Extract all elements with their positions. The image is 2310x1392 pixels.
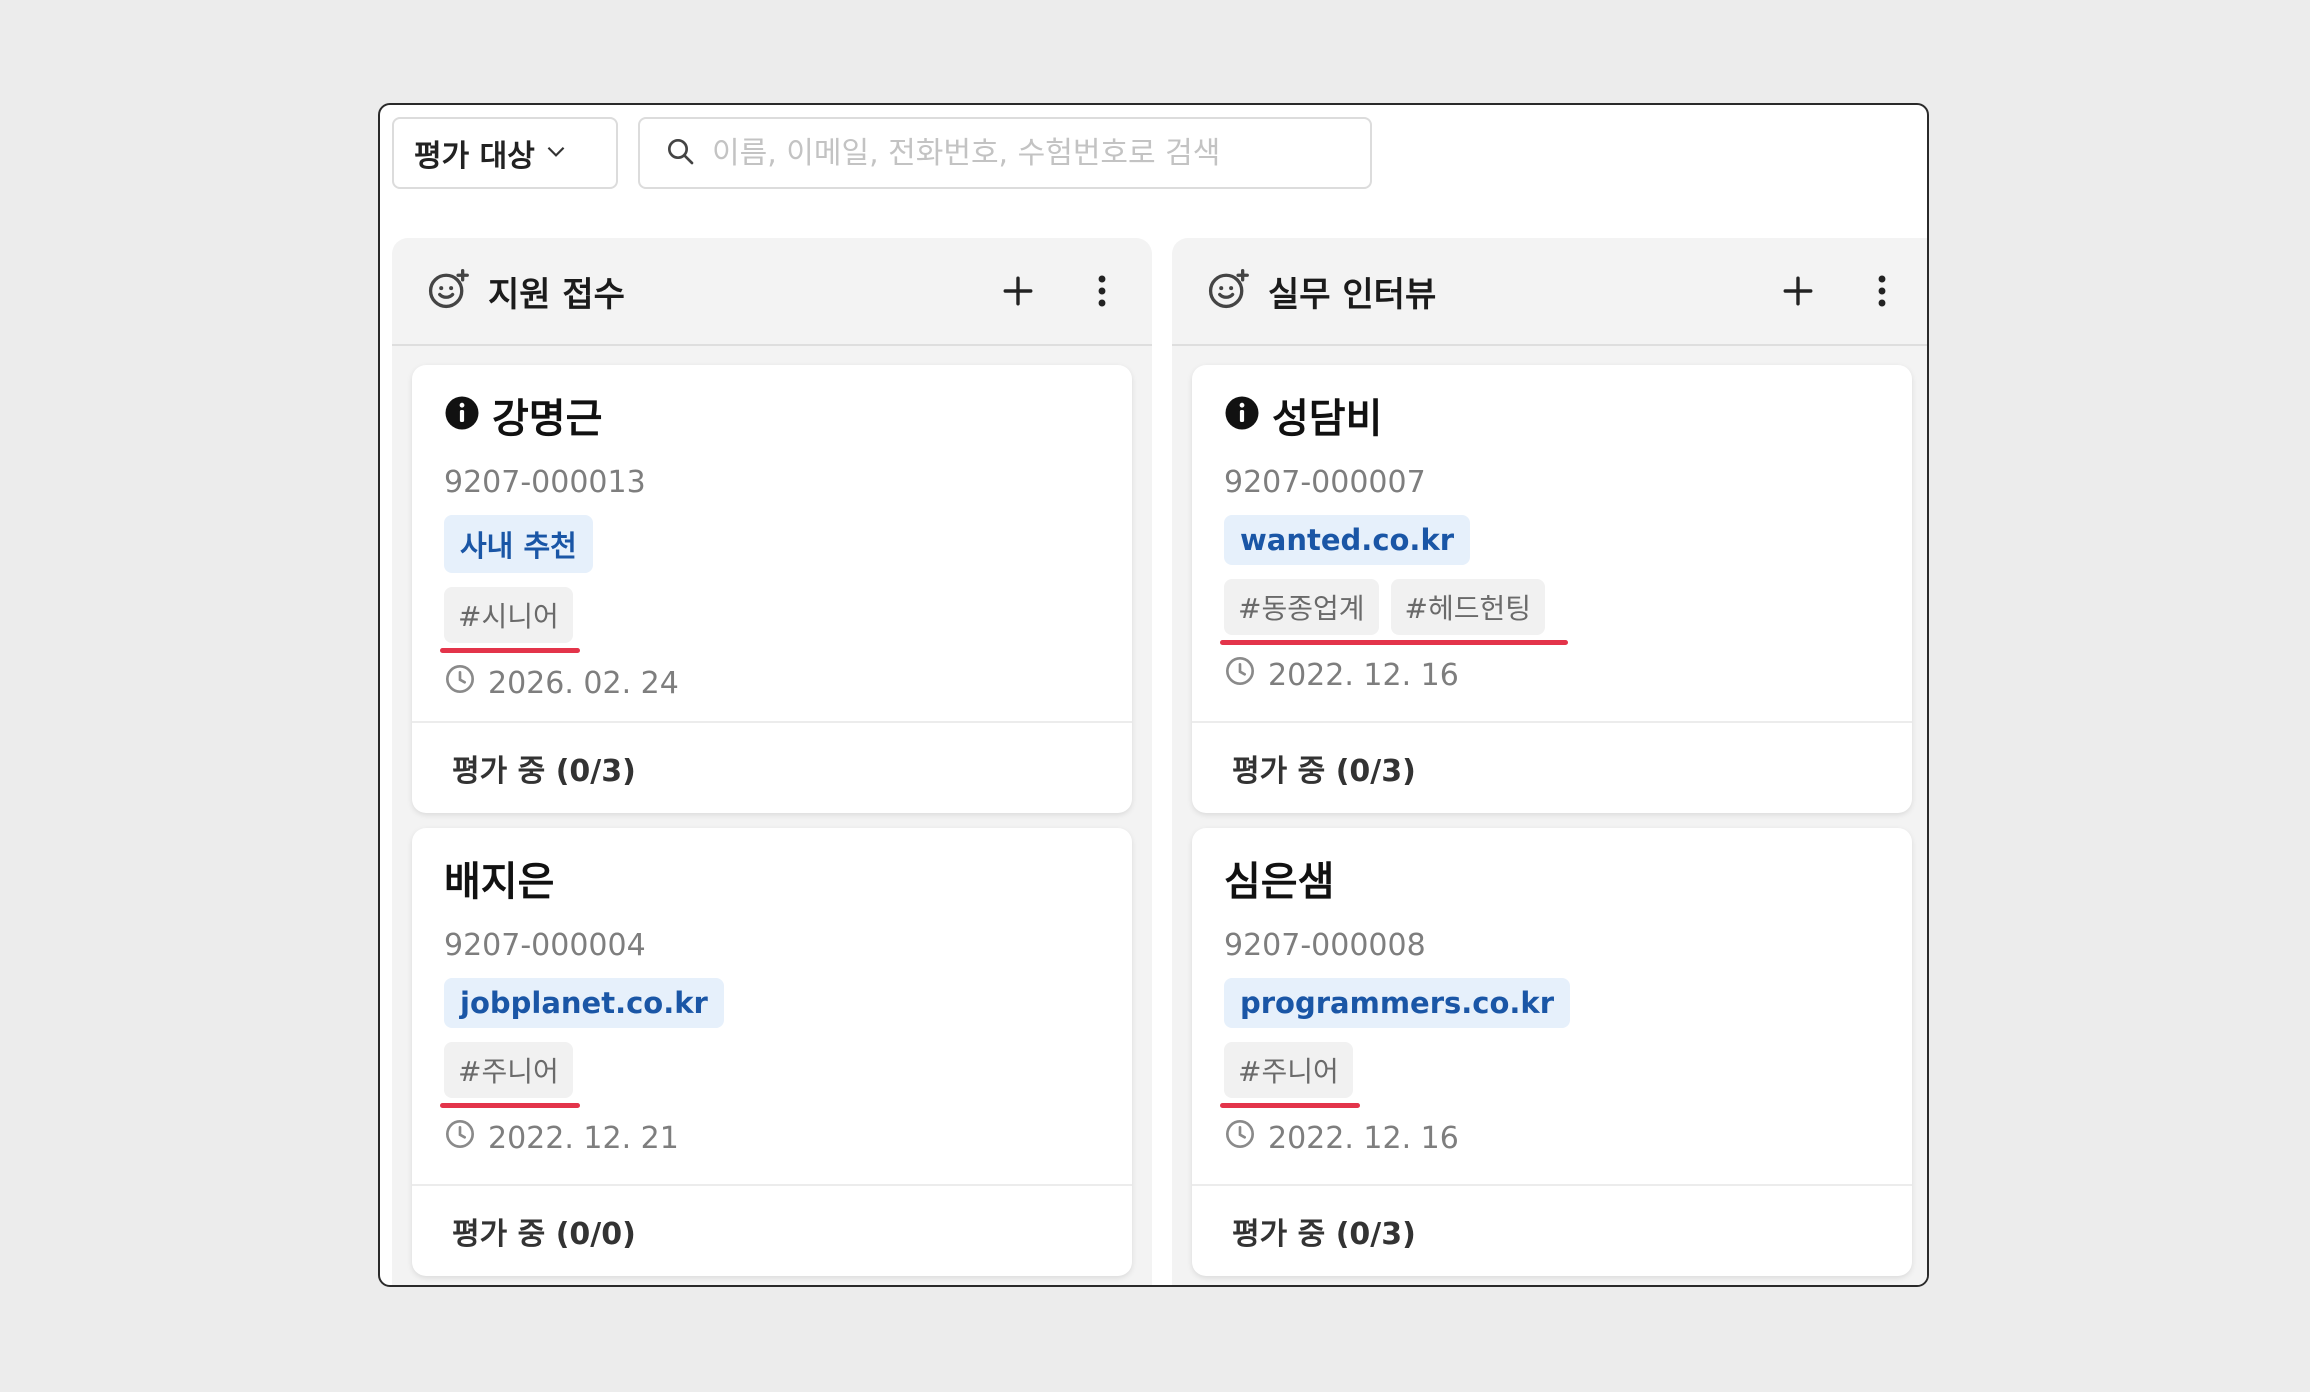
column-header: 실무 인터뷰 [1172,238,1927,346]
source-badge: jobplanet.co.kr [444,978,724,1028]
date-row: 2022. 12. 16 [1224,1118,1880,1158]
search-icon [664,135,696,171]
kanban-window: 평가 대상 지원 접수 [378,103,1929,1287]
applied-date: 2022. 12. 16 [1268,1120,1459,1156]
add-card-button[interactable] [1770,263,1826,319]
tag-list: #시니어 [440,587,1100,653]
evaluation-status: 평가 중 (0/3) [1192,721,1912,813]
search-input[interactable] [710,134,1370,172]
more-options-icon[interactable] [1074,263,1130,319]
add-card-button[interactable] [990,263,1046,319]
tag: #헤드헌팅 [1390,579,1546,635]
candidate-name: 성담비 [1272,396,1383,442]
chevron-down-icon [543,138,569,168]
toolbar: 평가 대상 [392,117,1912,189]
candidate-id: 9207-000013 [444,465,646,500]
evaluation-filter-dropdown[interactable]: 평가 대상 [392,117,618,189]
date-row: 2022. 12. 21 [444,1118,1100,1158]
source-badge: wanted.co.kr [1224,515,1471,565]
tag: #주니어 [444,1042,573,1098]
source-badge: programmers.co.kr [1224,978,1571,1028]
tag-list: #주니어 [1220,1042,1880,1108]
column-interview: 실무 인터뷰 성담비 9207-000007 wanted.co.kr #동종업… [1172,238,1927,1285]
candidate-card[interactable]: 배지은 9207-000004 jobplanet.co.kr #주니어 202… [412,828,1132,1276]
candidate-id: 9207-000008 [1224,928,1426,963]
clock-icon [1224,655,1256,695]
clock-icon [444,1118,476,1158]
evaluation-status: 평가 중 (0/3) [412,721,1132,813]
tag-list: #주니어 [440,1042,1100,1108]
info-icon [1224,395,1260,435]
candidate-name: 심은샘 [1224,859,1335,905]
tag-list: #동종업계 #헤드헌팅 [1220,579,1880,645]
date-row: 2026. 02. 24 [444,663,1100,703]
tag-underline [440,1103,580,1108]
candidate-card[interactable]: 심은샘 9207-000008 programmers.co.kr #주니어 2… [1192,828,1912,1276]
candidate-id: 9207-000007 [1224,465,1426,500]
evaluation-status: 평가 중 (0/3) [1192,1184,1912,1276]
column-title: 실무 인터뷰 [1268,274,1437,315]
applied-date: 2022. 12. 21 [488,1120,679,1156]
tag-underline [440,648,580,653]
tag-underline [1220,640,1568,645]
tag: #동종업계 [1224,579,1379,635]
candidate-card[interactable]: 성담비 9207-000007 wanted.co.kr #동종업계 #헤드헌팅… [1192,365,1912,813]
candidate-name: 강명근 [492,396,603,442]
tag: #주니어 [1224,1042,1353,1098]
tag: #시니어 [444,587,573,643]
source-badge: 사내 추천 [444,515,593,573]
column-application: 지원 접수 강명근 9207-000013 사내 추천 #시니어 2026. 0… [392,238,1152,1285]
clock-icon [1224,1118,1256,1158]
column-header: 지원 접수 [392,238,1152,346]
date-row: 2022. 12. 16 [1224,655,1880,695]
tag-underline [1220,1103,1360,1108]
smile-add-icon [1206,267,1250,315]
smile-add-icon [426,267,470,315]
evaluation-status: 평가 중 (0/0) [412,1184,1132,1276]
applied-date: 2022. 12. 16 [1268,657,1459,693]
more-options-icon[interactable] [1854,263,1910,319]
clock-icon [444,663,476,703]
candidate-card[interactable]: 강명근 9207-000013 사내 추천 #시니어 2026. 02. 24 … [412,365,1132,813]
applied-date: 2026. 02. 24 [488,665,679,701]
column-title: 지원 접수 [488,274,625,315]
search-box [638,117,1372,189]
filter-label: 평가 대상 [414,139,535,174]
candidate-id: 9207-000004 [444,928,646,963]
info-icon [444,395,480,435]
candidate-name: 배지은 [444,859,555,905]
